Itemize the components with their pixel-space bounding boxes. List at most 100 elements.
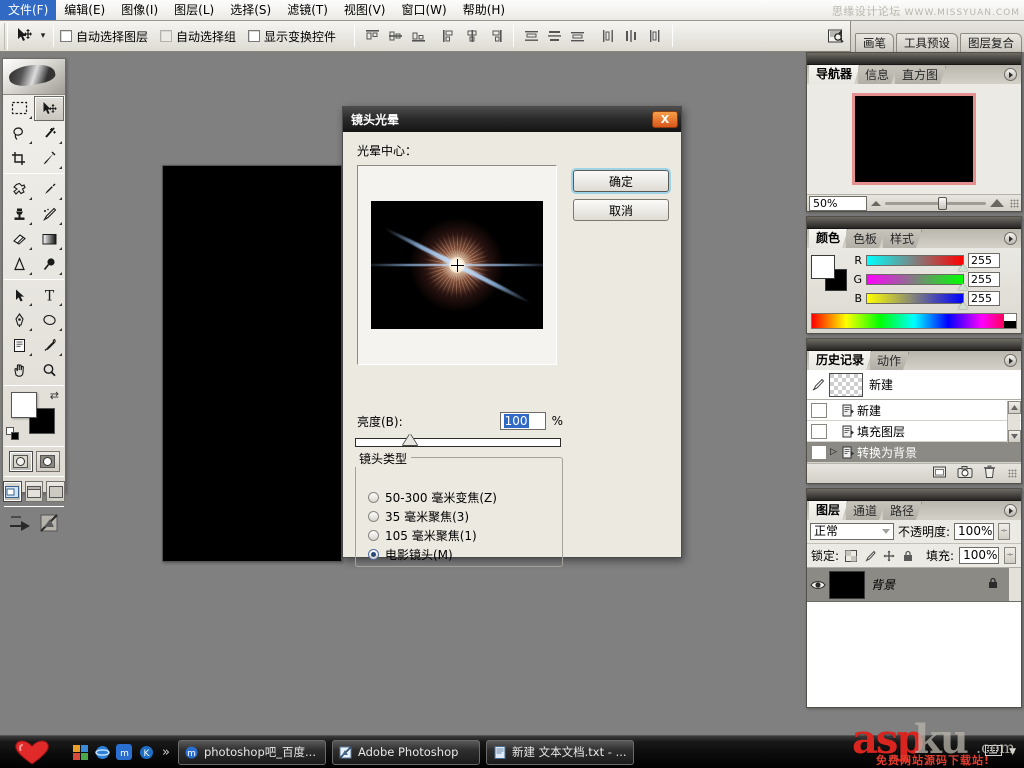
desktop-icon[interactable] xyxy=(72,744,88,760)
brightness-slider-knob[interactable] xyxy=(403,434,417,445)
tab-actions[interactable]: 动作 xyxy=(870,352,909,370)
move-tool[interactable] xyxy=(34,96,64,121)
history-state-row[interactable]: ▷ 转换为背景 xyxy=(807,442,1021,463)
hand-tool[interactable] xyxy=(4,358,34,383)
color-titlebar[interactable] xyxy=(807,217,1021,229)
layer-thumbnail[interactable] xyxy=(829,571,865,599)
layer-row-background[interactable]: 背景 xyxy=(807,568,1021,602)
cancel-button[interactable]: 取消 xyxy=(573,199,669,221)
jump-to-imageready-icon[interactable] xyxy=(8,513,34,536)
align-horizontal-centers-icon[interactable] xyxy=(462,26,483,46)
brightness-slider[interactable] xyxy=(355,438,561,447)
distribute-bottom-edges-icon[interactable] xyxy=(567,26,588,46)
align-bottom-edges-icon[interactable] xyxy=(408,26,429,46)
navigator-titlebar[interactable] xyxy=(807,53,1021,65)
layers-titlebar[interactable] xyxy=(807,489,1021,501)
distribute-top-edges-icon[interactable] xyxy=(521,26,542,46)
lock-image-pixels-icon[interactable] xyxy=(863,549,877,563)
ie-icon[interactable] xyxy=(94,744,110,760)
gradient-tool[interactable] xyxy=(34,227,64,252)
palette-well-tab-layer-comps[interactable]: 图层复合 xyxy=(960,33,1022,52)
menu-select[interactable]: 选择(S) xyxy=(222,0,279,20)
delete-state-icon[interactable] xyxy=(983,465,996,482)
opacity-input[interactable]: 100% xyxy=(954,523,994,540)
eye-icon[interactable] xyxy=(807,579,829,591)
radio-button[interactable] xyxy=(368,530,379,541)
history-state-row[interactable]: 填充图层 xyxy=(807,421,1021,442)
checkbox-box[interactable] xyxy=(60,30,72,42)
healing-brush-tool[interactable] xyxy=(4,177,34,202)
default-colors-icon[interactable] xyxy=(6,427,19,440)
chevron-right-icon[interactable]: » xyxy=(162,745,170,760)
navigator-zoom-slider[interactable] xyxy=(885,202,986,205)
dodge-tool[interactable] xyxy=(34,252,64,277)
channel-value-g[interactable]: 255 xyxy=(968,272,1000,287)
align-left-edges-icon[interactable] xyxy=(439,26,460,46)
menu-window[interactable]: 窗口(W) xyxy=(393,0,454,20)
zoom-in-icon[interactable] xyxy=(990,199,1004,207)
blur-tool[interactable] xyxy=(4,252,34,277)
navigator-zoom-knob[interactable] xyxy=(938,197,947,210)
full-screen-menubar-mode-button[interactable] xyxy=(25,481,44,502)
options-bar-grip[interactable] xyxy=(2,23,10,50)
channel-value-r[interactable]: 255 xyxy=(968,253,1000,268)
navigator-zoom-input[interactable]: 50% xyxy=(809,196,867,211)
history-palette-menu-icon[interactable] xyxy=(1004,354,1017,367)
move-tool-icon[interactable]: ▾ xyxy=(13,24,47,49)
history-titlebar[interactable] xyxy=(807,339,1021,351)
navigator-palette-menu-icon[interactable] xyxy=(1004,68,1017,81)
fill-stepper[interactable] xyxy=(1004,547,1016,564)
tab-swatches[interactable]: 色板 xyxy=(846,230,885,248)
scroll-down-icon[interactable] xyxy=(1008,430,1021,443)
history-snapshot-row[interactable]: 新建 xyxy=(807,370,1021,400)
maxthon-icon[interactable]: m xyxy=(116,744,132,760)
create-document-from-state-icon[interactable] xyxy=(932,465,947,482)
channel-value-b[interactable]: 255 xyxy=(968,291,1000,306)
ok-button[interactable]: 确定 xyxy=(573,170,669,192)
opacity-stepper[interactable] xyxy=(998,523,1010,540)
tab-color[interactable]: 颜色 xyxy=(809,229,848,248)
magic-wand-tool[interactable] xyxy=(34,121,64,146)
layer-name[interactable]: 背景 xyxy=(871,576,987,593)
lasso-tool[interactable] xyxy=(4,121,34,146)
radio-105-prime[interactable]: 105 毫米聚焦(1) xyxy=(356,526,562,545)
tab-history[interactable]: 历史记录 xyxy=(809,351,872,370)
tab-paths[interactable]: 路径 xyxy=(883,502,922,520)
file-browser-icon[interactable] xyxy=(824,24,850,50)
brightness-input[interactable]: 100 xyxy=(500,412,546,430)
path-selection-tool[interactable] xyxy=(4,283,34,308)
kingsoft-icon[interactable]: K xyxy=(138,744,154,760)
radio-movie-prime[interactable]: 电影镜头(M) xyxy=(356,545,562,564)
menu-file[interactable]: 文件(F) xyxy=(0,0,56,20)
checkbox-show-transform-controls[interactable]: 显示变换控件 xyxy=(248,28,336,45)
radio-button[interactable] xyxy=(368,492,379,503)
pen-tool[interactable] xyxy=(4,308,34,333)
blend-mode-select[interactable]: 正常 xyxy=(810,523,894,540)
marquee-tool[interactable] xyxy=(4,96,34,121)
menu-edit[interactable]: 编辑(E) xyxy=(56,0,113,20)
history-brush-source-icon[interactable] xyxy=(807,378,829,392)
color-foreground-swatch[interactable] xyxy=(811,255,835,279)
history-state-checkbox[interactable] xyxy=(811,403,827,418)
chevron-down-icon[interactable]: ▼ xyxy=(1009,747,1016,757)
navigator-view[interactable] xyxy=(807,84,1021,194)
flare-center-crosshair[interactable] xyxy=(451,259,464,272)
tab-histogram[interactable]: 直方图 xyxy=(895,66,946,84)
palette-well-tab-tool-presets[interactable]: 工具预设 xyxy=(896,33,958,52)
menu-filter[interactable]: 滤镜(T) xyxy=(279,0,336,20)
notes-tool[interactable] xyxy=(4,333,34,358)
distribute-horizontal-centers-icon[interactable] xyxy=(621,26,642,46)
align-top-edges-icon[interactable] xyxy=(362,26,383,46)
clone-stamp-tool[interactable] xyxy=(4,202,34,227)
lock-position-icon[interactable] xyxy=(882,549,896,563)
navigator-resize-grip[interactable] xyxy=(1010,199,1019,208)
fill-input[interactable]: 100% xyxy=(959,547,999,564)
type-tool[interactable]: T xyxy=(34,283,64,308)
color-spectrum-ramp[interactable] xyxy=(811,313,1017,329)
channel-slider-r[interactable] xyxy=(866,255,964,266)
tab-styles[interactable]: 样式 xyxy=(883,230,922,248)
lock-all-icon[interactable] xyxy=(901,549,915,563)
history-state-checkbox[interactable] xyxy=(811,445,827,460)
zoom-tool[interactable] xyxy=(34,358,64,383)
distribute-left-edges-icon[interactable] xyxy=(598,26,619,46)
